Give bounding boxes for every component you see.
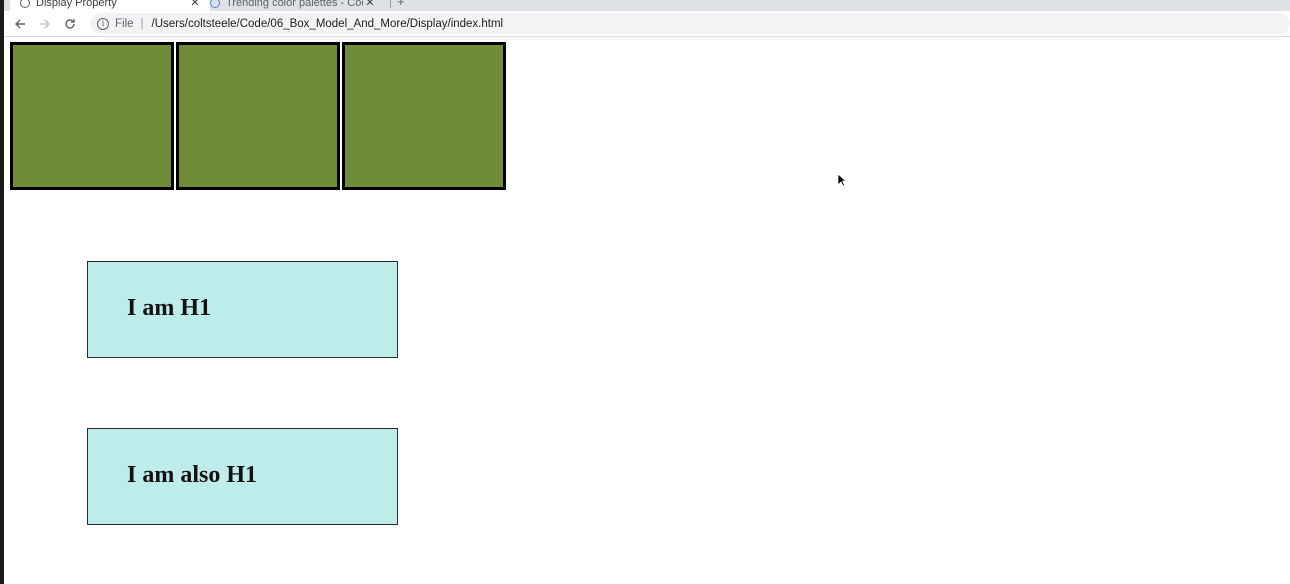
page-favicon-icon (20, 0, 30, 8)
green-box (342, 42, 506, 190)
coolors-favicon-icon (210, 0, 220, 8)
tab-title: Trending color palettes - Coo (226, 0, 363, 9)
tab-close-icon[interactable]: ✕ (363, 0, 377, 9)
new-tab-button[interactable]: + (397, 0, 405, 9)
address-separator: | (140, 17, 144, 30)
back-button[interactable] (10, 14, 30, 34)
browser-toolbar: i File | /Users/coltsteele/Code/06_Box_M… (4, 11, 1290, 37)
tab-trending-color-palettes[interactable]: Trending color palettes - Coo ✕ (204, 0, 385, 11)
tab-display-property[interactable]: Display Property ✕ (10, 0, 210, 11)
tab-close-icon[interactable]: ✕ (188, 0, 202, 9)
url-text[interactable]: /Users/coltsteele/Code/06_Box_Model_And_… (152, 18, 504, 30)
mouse-cursor-icon (837, 173, 847, 187)
forward-arrow-icon (40, 19, 50, 29)
tab-strip: Display Property ✕ Trending color palett… (4, 0, 1290, 11)
reload-button[interactable] (60, 14, 80, 34)
heading-box: I am also H1 (87, 428, 398, 525)
back-arrow-icon (15, 19, 25, 29)
scheme-label: File (115, 17, 134, 30)
green-box (10, 42, 174, 190)
reload-icon (65, 19, 75, 29)
address-bar[interactable]: i File | /Users/coltsteele/Code/06_Box_M… (90, 13, 1290, 34)
page-viewport: I am H1 I am also H1 (4, 37, 1290, 584)
green-box (176, 42, 340, 190)
info-icon[interactable]: i (97, 17, 109, 30)
heading-h1: I am also H1 (127, 462, 258, 488)
tab-title: Display Property (36, 0, 117, 9)
heading-h1: I am H1 (127, 295, 211, 321)
heading-box: I am H1 (87, 261, 398, 358)
tab-separator (390, 0, 391, 8)
forward-button[interactable] (35, 14, 55, 34)
